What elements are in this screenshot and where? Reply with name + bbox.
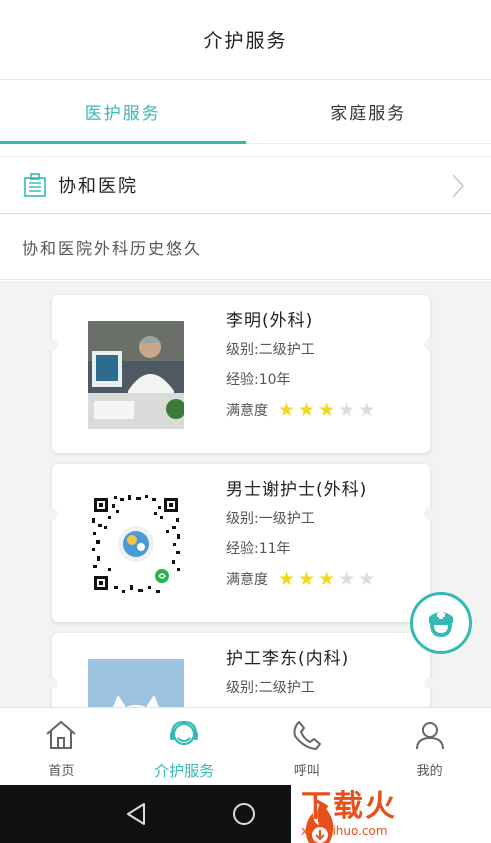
caregiver-experience: 经验:11年: [226, 541, 291, 557]
satisfaction-rating: 满意度 ★ ★ ★ ★ ★: [226, 564, 420, 594]
caregiver-experience: 经验:10年: [226, 372, 291, 388]
system-nav-bar: 下载火 xiazaihuo.com: [0, 785, 491, 843]
user-icon: [415, 722, 444, 750]
nav-item-mine[interactable]: 我的: [368, 708, 491, 785]
card-notch: [424, 677, 436, 689]
rating-label: 满意度: [226, 403, 268, 419]
hospital-name: 协和医院: [58, 176, 138, 197]
caregiver-info: 护工李东(内科) 级别:二级护工: [226, 645, 420, 703]
caregiver-photo: [88, 659, 184, 707]
nav-item-nurse-service[interactable]: 介护服务: [123, 708, 246, 785]
hospital-description: 协和医院外科历史悠久: [0, 214, 491, 280]
caregiver-name: 护工李东(内科): [226, 649, 350, 669]
nurse-icon: [429, 611, 453, 637]
nav-label: 我的: [416, 764, 443, 779]
back-icon[interactable]: [124, 801, 150, 827]
star-rating: ★ ★ ★ ★ ★: [278, 567, 378, 590]
nav-item-home[interactable]: 首页: [0, 708, 123, 785]
star-filled-icon: ★: [278, 398, 296, 421]
caregiver-card[interactable]: 护工李东(内科) 级别:二级护工: [46, 633, 436, 707]
caregiver-level: 级别:二级护工: [226, 680, 315, 696]
star-empty-icon: ★: [338, 567, 356, 590]
nav-label: 介护服务: [154, 762, 215, 780]
caregiver-name: 男士谢护士(外科): [226, 480, 368, 500]
star-empty-icon: ★: [338, 398, 356, 421]
home-icon: [46, 720, 77, 749]
star-filled-icon: ★: [278, 567, 296, 590]
home-circle-icon[interactable]: [231, 801, 257, 827]
star-filled-icon: ★: [298, 398, 316, 421]
star-filled-icon: ★: [298, 567, 316, 590]
caregiver-card[interactable]: 男士谢护士(外科) 级别:一级护工 经验:11年 满意度 ★ ★ ★ ★ ★: [46, 464, 436, 622]
caregiver-photo: [88, 321, 184, 429]
card-notch: [46, 339, 58, 351]
nav-item-call[interactable]: 呼叫: [246, 708, 369, 785]
qr-code-image: [88, 490, 184, 598]
card-notch: [46, 508, 58, 520]
page-title: 介护服务: [203, 30, 288, 52]
hospital-icon: [24, 173, 46, 197]
tab-home-service[interactable]: 家庭服务: [246, 80, 491, 143]
card-notch: [46, 677, 58, 689]
phone-icon: [293, 721, 321, 750]
tab-medical-service[interactable]: 医护服务: [0, 80, 246, 144]
caregiver-card[interactable]: 李明(外科) 级别:二级护工 经验:10年 满意度 ★ ★ ★ ★ ★: [46, 295, 436, 453]
caregiver-level: 级别:二级护工: [226, 342, 315, 358]
satisfaction-rating: 满意度 ★ ★ ★ ★ ★: [226, 395, 420, 425]
nav-label: 首页: [48, 764, 75, 779]
nav-label: 呼叫: [293, 764, 320, 779]
bottom-nav: 首页 介护服务 呼叫 我的: [0, 707, 491, 785]
caregiver-info: 男士谢护士(外科) 级别:一级护工 经验:11年 满意度 ★ ★ ★ ★ ★: [226, 476, 420, 594]
caregiver-level: 级别:一级护工: [226, 511, 315, 527]
card-notch: [424, 508, 436, 520]
watermark: 下载火 xiazaihuo.com: [291, 785, 491, 843]
app-header: 介护服务: [0, 0, 491, 80]
service-tabs: 医护服务 家庭服务: [0, 80, 491, 144]
star-empty-icon: ★: [358, 567, 376, 590]
star-filled-icon: ★: [318, 567, 336, 590]
hospital-selector[interactable]: 协和医院: [0, 156, 491, 214]
card-notch: [424, 339, 436, 351]
fire-logo-icon: [305, 803, 334, 843]
rating-label: 满意度: [226, 572, 268, 588]
caregiver-name: 李明(外科): [226, 311, 314, 331]
nurse-call-float-button[interactable]: [410, 592, 472, 654]
chevron-right-icon: [452, 174, 465, 198]
caregiver-info: 李明(外科) 级别:二级护工 经验:10年 满意度 ★ ★ ★ ★ ★: [226, 307, 420, 425]
nurse-service-icon: [170, 720, 199, 746]
star-empty-icon: ★: [358, 398, 376, 421]
star-filled-icon: ★: [318, 398, 336, 421]
star-rating: ★ ★ ★ ★ ★: [278, 398, 378, 421]
